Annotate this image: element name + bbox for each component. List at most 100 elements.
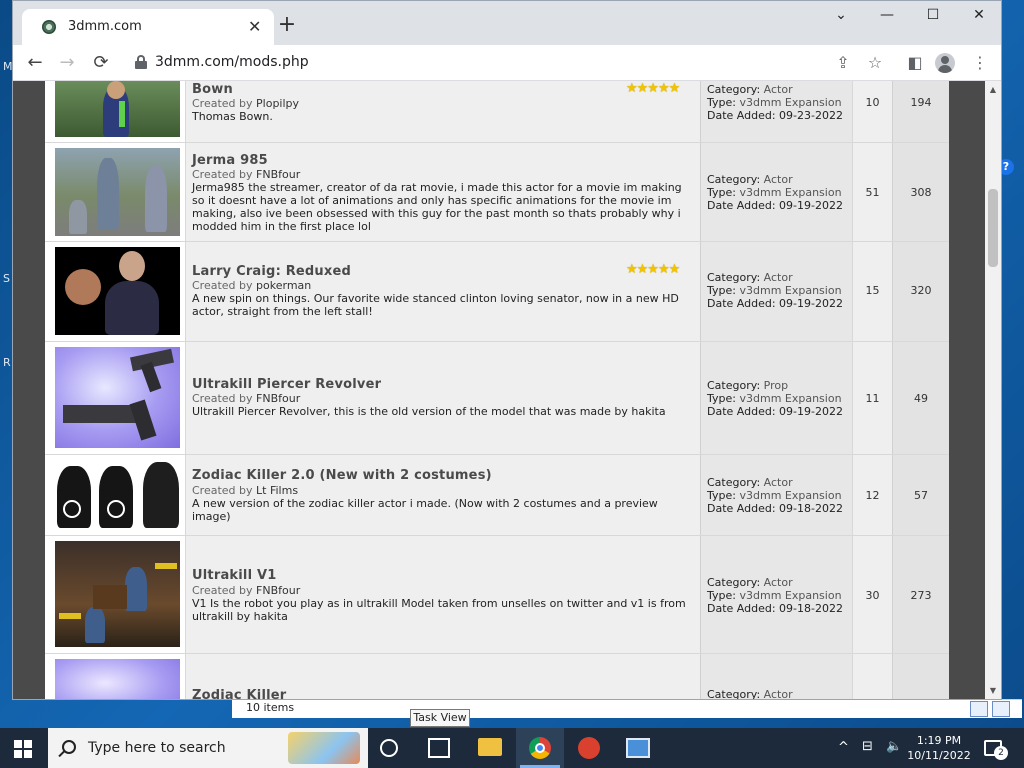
mod-title-link[interactable]: Zodiac Killer: [192, 688, 286, 699]
creator-link[interactable]: pokerman: [256, 279, 311, 292]
clock[interactable]: 1:19 PM 10/11/2022: [906, 733, 972, 763]
browser-tab[interactable]: 3dmm.com ✕: [22, 9, 274, 45]
creator-link[interactable]: FNBfour: [256, 168, 300, 181]
mod-thumbnail[interactable]: [55, 81, 180, 137]
stat-count: 12: [865, 489, 880, 502]
mod-description: Ultrakill Piercer Revolver, this is the …: [192, 405, 666, 418]
file-explorer-icon[interactable]: [478, 738, 502, 756]
browser-toolbar: ← → ⟳ 3dmm.com/mods.php ⇪ ☆ ◧ ⋮: [13, 45, 1001, 81]
category-value: Actor: [763, 83, 793, 96]
category-value: Actor: [763, 173, 793, 186]
category-value: Actor: [763, 476, 793, 489]
reload-icon[interactable]: ⟳: [89, 51, 113, 75]
date-added-value: 09-18-2022: [779, 602, 843, 615]
stat-count: 15: [865, 284, 880, 297]
notification-center-icon[interactable]: 2: [984, 740, 1008, 760]
mod-thumbnail[interactable]: [55, 541, 180, 647]
profile-avatar[interactable]: [935, 53, 955, 73]
new-tab-button[interactable]: +: [275, 13, 299, 37]
search-highlight-icon[interactable]: [288, 732, 360, 764]
browser-window: 3dmm.com ✕ + ⌄ — ☐ ✕ ← → ⟳ 3dmm.com/mods…: [12, 0, 1002, 700]
stat-count: 273: [910, 589, 932, 602]
mod-thumbnail[interactable]: [55, 247, 180, 335]
creator-link[interactable]: FNBfour: [256, 392, 300, 405]
stat-count: 308: [910, 186, 932, 199]
app-window-icon[interactable]: [626, 738, 650, 758]
task-view-icon[interactable]: [428, 738, 450, 758]
windows-start-icon[interactable]: [14, 740, 32, 758]
type-value: v3dmm Expansion: [739, 489, 842, 502]
taskbar: Type here to search ^ ⊟ 🔈 1:19 PM 10/11/…: [0, 728, 1024, 768]
menu-kebab-icon[interactable]: ⋮: [968, 51, 992, 75]
explorer-status-bar: 10 items: [232, 699, 1022, 718]
creator-link[interactable]: FNBfour: [256, 584, 300, 597]
network-icon[interactable]: ⊟: [862, 739, 873, 754]
scroll-down-arrow-icon[interactable]: ▼: [985, 684, 1001, 698]
stat-count: 11: [865, 392, 880, 405]
creator-link[interactable]: Plopilpy: [256, 97, 299, 110]
desktop-icon-label[interactable]: R: [3, 356, 11, 369]
mod-row: Zodiac Killer Category: Actor: [45, 654, 949, 700]
date-added-value: 09-19-2022: [779, 297, 843, 310]
scroll-up-arrow-icon[interactable]: ▲: [985, 83, 1001, 97]
mod-title-link[interactable]: Ultrakill Piercer Revolver: [192, 377, 381, 392]
page-scrollbar[interactable]: ▲ ▼: [985, 81, 1001, 699]
rating-stars-icon: ★★★★★: [626, 81, 680, 96]
tab-title: 3dmm.com: [68, 19, 142, 34]
stat-count: 10: [865, 96, 880, 109]
mod-title-link[interactable]: Larry Craig: Reduxed: [192, 264, 351, 279]
scrollbar-thumb[interactable]: [988, 189, 998, 267]
site-favicon-icon: [42, 20, 56, 34]
mod-title-link[interactable]: Zodiac Killer 2.0 (New with 2 costumes): [192, 468, 492, 483]
desktop-icon-label[interactable]: S: [3, 272, 10, 285]
mod-row: Larry Craig: Reduxed ★★★★★ Created by po…: [45, 242, 949, 342]
stat-count: 194: [910, 96, 932, 109]
show-hidden-icons-chevron-icon[interactable]: ^: [838, 740, 849, 755]
share-icon[interactable]: ⇪: [831, 51, 855, 75]
close-tab-icon[interactable]: ✕: [248, 17, 261, 36]
details-view-icon[interactable]: [970, 701, 988, 717]
mod-thumbnail[interactable]: [55, 460, 180, 530]
bookmark-star-icon[interactable]: ☆: [863, 51, 887, 75]
volume-icon[interactable]: 🔈: [886, 739, 902, 754]
maximize-button[interactable]: ☐: [913, 7, 953, 27]
mod-description: V1 Is the robot you play as in ultrakill…: [192, 597, 686, 623]
mod-row: Jerma 985 Created by FNBfour Jerma985 th…: [45, 143, 949, 242]
close-window-button[interactable]: ✕: [959, 7, 999, 27]
mod-title-link[interactable]: Bown: [192, 82, 233, 97]
stat-count: 49: [914, 392, 928, 405]
task-view-tooltip: Task View: [410, 709, 470, 727]
minimize-button[interactable]: —: [867, 7, 907, 27]
type-value: v3dmm Expansion: [739, 589, 842, 602]
side-panel-icon[interactable]: ◧: [903, 51, 927, 75]
search-icon: [62, 740, 76, 754]
type-value: v3dmm Expansion: [739, 284, 842, 297]
forward-arrow-icon[interactable]: →: [55, 51, 79, 75]
creator-link[interactable]: Lt Films: [256, 484, 298, 497]
mod-title-link[interactable]: Jerma 985: [192, 153, 268, 168]
mod-thumbnail[interactable]: [55, 659, 180, 699]
clock-date: 10/11/2022: [907, 749, 971, 762]
chrome-taskbar-button[interactable]: [516, 728, 564, 768]
mod-thumbnail[interactable]: [55, 347, 180, 448]
type-value: v3dmm Expansion: [739, 392, 842, 405]
title-bar: 3dmm.com ✕ + ⌄ — ☐ ✕: [13, 1, 1001, 45]
lock-icon[interactable]: [135, 55, 147, 69]
tab-search-icon[interactable]: ⌄: [821, 7, 861, 27]
back-arrow-icon[interactable]: ←: [23, 51, 47, 75]
cortana-icon[interactable]: [380, 739, 398, 757]
mod-row: Bown ★★★★★ Created by Plopilpy Thomas Bo…: [45, 81, 949, 143]
taskbar-search-box[interactable]: Type here to search: [48, 728, 368, 768]
app-icon[interactable]: [578, 737, 600, 759]
category-value: Actor: [763, 688, 793, 700]
category-value: Actor: [763, 271, 793, 284]
mod-title-link[interactable]: Ultrakill V1: [192, 568, 276, 583]
large-icons-view-icon[interactable]: [992, 701, 1010, 717]
date-added-value: 09-19-2022: [779, 199, 843, 212]
mod-description: Jerma985 the streamer, creator of da rat…: [192, 181, 682, 233]
page-viewport: Bown ★★★★★ Created by Plopilpy Thomas Bo…: [13, 81, 1001, 700]
url-text[interactable]: 3dmm.com/mods.php: [155, 54, 309, 70]
mod-row: Zodiac Killer 2.0 (New with 2 costumes) …: [45, 455, 949, 536]
mod-thumbnail[interactable]: [55, 148, 180, 236]
address-bar[interactable]: 3dmm.com/mods.php: [125, 49, 895, 77]
